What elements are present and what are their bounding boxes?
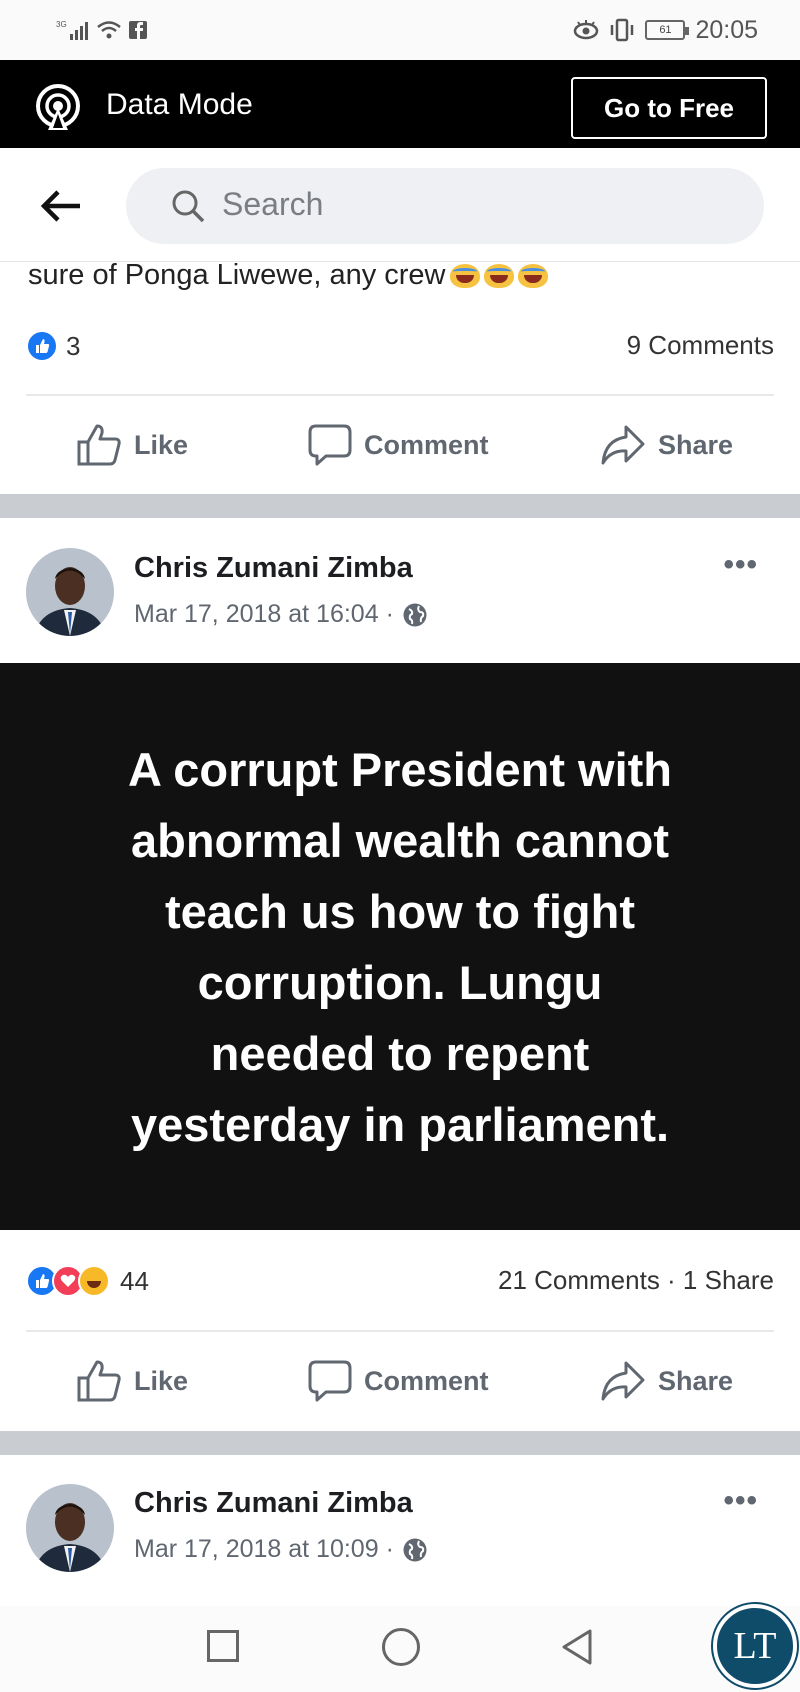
more-options-icon[interactable]: ••• <box>723 548 758 582</box>
share-icon <box>601 1361 645 1401</box>
avatar[interactable] <box>26 1484 114 1572</box>
system-nav-bar <box>0 1606 800 1692</box>
comment-label: Comment <box>364 1365 489 1396</box>
avatar[interactable] <box>26 548 114 636</box>
like-icon <box>77 424 121 466</box>
comment-button[interactable]: Comment <box>308 420 489 470</box>
battery-level: 61 <box>659 24 672 36</box>
reaction-count: 3 <box>66 330 81 361</box>
network-type-label: 3G <box>56 20 67 29</box>
share-button[interactable]: Share <box>600 1356 733 1406</box>
post-timestamp-text: Mar 17, 2018 at 10:09 · <box>134 1535 394 1563</box>
go-to-free-button[interactable]: Go to Free <box>571 77 767 139</box>
divider <box>26 394 774 396</box>
lt-watermark-logo: LT <box>713 1604 797 1688</box>
more-options-icon[interactable]: ••• <box>723 1484 758 1518</box>
post-timestamp[interactable]: Mar 17, 2018 at 16:04 · <box>134 600 428 629</box>
search-icon <box>172 190 205 223</box>
post-author[interactable]: Chris Zumani Zimba <box>134 1487 413 1520</box>
home-button[interactable] <box>382 1628 420 1666</box>
post-separator <box>0 1431 800 1455</box>
comments-shares-count[interactable]: 21 Comments · 1 Share <box>498 1265 774 1296</box>
comment-icon <box>308 424 352 466</box>
comment-button[interactable]: Comment <box>308 1356 489 1406</box>
post-text-clipped: sure of Ponga Liwewe, any crew <box>28 256 548 294</box>
haha-reaction-icon <box>78 1265 110 1297</box>
share-label: Share <box>658 1365 734 1396</box>
watermark-text: LT <box>733 1625 777 1667</box>
data-mode-bar: Data Mode Go to Free <box>0 60 800 148</box>
back-arrow-icon[interactable] <box>40 186 84 226</box>
like-label: Like <box>134 429 189 460</box>
signal-icon: 3G <box>56 20 88 40</box>
comments-count[interactable]: 9 Comments <box>627 330 774 361</box>
like-button[interactable]: Like <box>76 1356 188 1406</box>
comment-icon <box>308 1360 352 1402</box>
status-bar: 3G 61 20:05 <box>0 0 800 60</box>
like-button[interactable]: Like <box>76 420 188 470</box>
post-timestamp[interactable]: Mar 17, 2018 at 10:09 · <box>134 1535 428 1564</box>
recent-apps-button[interactable] <box>207 1630 239 1662</box>
facebook-notification-icon <box>129 21 147 39</box>
globe-icon <box>403 603 427 626</box>
like-icon <box>77 1360 121 1402</box>
share-button[interactable]: Share <box>600 420 733 470</box>
laughing-crying-emoji-icon <box>449 264 480 289</box>
like-label: Like <box>134 1365 189 1396</box>
share-icon <box>601 425 645 465</box>
quote-text: A corrupt President with abnormal wealth… <box>127 742 673 1151</box>
post-text: sure of Ponga Liwewe, any crew <box>28 259 446 291</box>
status-left: 3G <box>56 16 148 44</box>
post-timestamp-text: Mar 17, 2018 at 16:04 · <box>134 600 394 628</box>
clock: 20:05 <box>695 15 758 44</box>
comment-label: Comment <box>364 429 489 460</box>
battery-icon: 61 <box>645 20 690 40</box>
search-placeholder: Search <box>222 186 324 222</box>
share-label: Share <box>658 429 734 460</box>
laughing-crying-emoji-icon <box>517 264 548 289</box>
reaction-summary[interactable]: 44 <box>26 1265 149 1297</box>
eye-comfort-icon <box>574 20 599 40</box>
status-right: 61 20:05 <box>573 14 758 46</box>
data-mode-label: Data Mode <box>106 88 253 121</box>
search-row: Search <box>0 148 800 262</box>
quote-image[interactable]: A corrupt President with abnormal wealth… <box>0 663 800 1230</box>
divider <box>26 1330 774 1332</box>
globe-icon <box>403 1538 427 1561</box>
data-mode-icon <box>36 84 80 130</box>
wifi-icon <box>97 21 121 39</box>
vibrate-icon <box>611 18 634 42</box>
reaction-count: 44 <box>120 1265 149 1296</box>
like-reaction-icon <box>26 330 58 362</box>
post-separator <box>0 494 800 518</box>
post-author[interactable]: Chris Zumani Zimba <box>134 552 413 585</box>
laughing-crying-emoji-icon <box>483 264 514 289</box>
reaction-summary[interactable]: 3 <box>26 330 80 362</box>
back-triangle-icon[interactable] <box>560 1628 594 1666</box>
